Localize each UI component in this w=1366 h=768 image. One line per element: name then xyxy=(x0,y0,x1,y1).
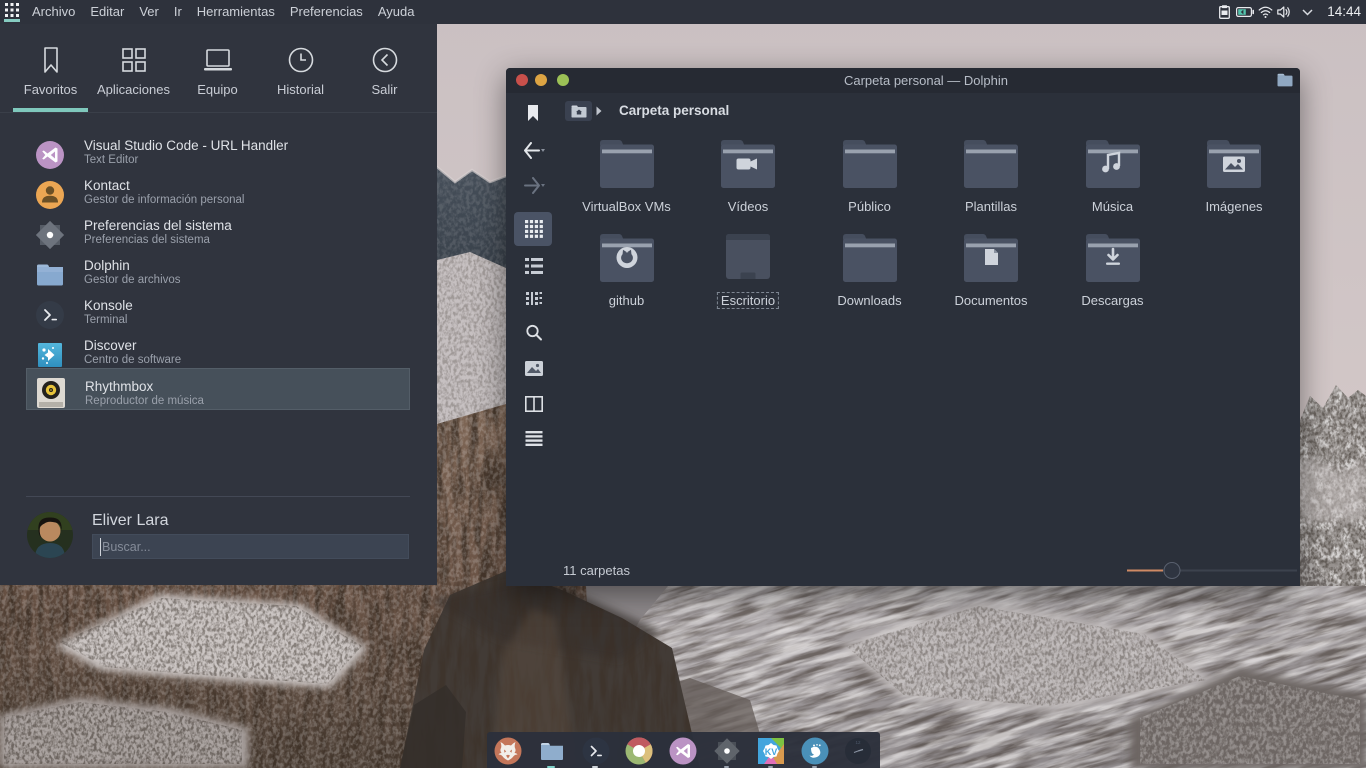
svg-text:12: 12 xyxy=(856,740,862,745)
svg-text:KV: KV xyxy=(765,747,778,757)
